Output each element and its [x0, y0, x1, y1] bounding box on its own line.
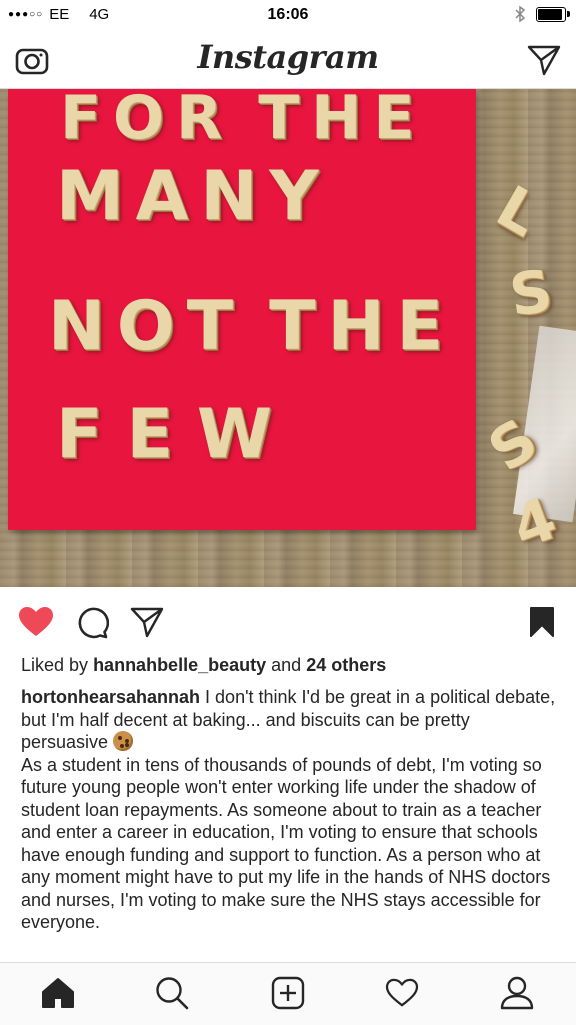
status-time: 16:06: [267, 6, 309, 23]
biscuit-letter: E: [396, 287, 449, 366]
likes-prefix: Liked by: [21, 655, 89, 675]
bluetooth-icon: [514, 5, 526, 23]
red-board: FOR THE MANY NOT THE FEW: [8, 89, 476, 530]
biscuit-row: FEW: [56, 395, 290, 474]
biscuit-letter: T: [269, 287, 322, 366]
biscuit-letter: [245, 287, 263, 366]
app-logo: Instagram: [197, 38, 379, 76]
cookie-emoji-icon: [113, 731, 134, 751]
plus-square-icon: [271, 976, 305, 1010]
likes-conjunction: and: [271, 655, 302, 675]
post-actions: [0, 598, 576, 646]
paper-plane-icon: [527, 44, 561, 76]
biscuit-letter: F: [60, 89, 107, 153]
biscuit-letter: H: [311, 89, 368, 153]
likes-others-link[interactable]: 24 others: [306, 655, 386, 675]
post-image[interactable]: FOR THE MANY NOT THE FEW L S S 4: [0, 89, 576, 587]
caption-second-paragraph: As a student in tens of thousands of pou…: [21, 754, 551, 933]
paper-plane-icon: [130, 606, 164, 638]
biscuit-letter: E: [373, 89, 421, 153]
bookmark-filled-icon: [529, 606, 555, 638]
biscuit-letter: H: [327, 287, 391, 366]
biscuit-letter: A: [135, 157, 195, 236]
battery-icon: [536, 6, 570, 22]
home-filled-icon: [41, 977, 75, 1009]
likes-summary: Liked by hannahbelle_beauty and 24 other…: [21, 655, 386, 676]
post-caption: hortonhearsahannah I don't think I'd be …: [21, 686, 561, 934]
biscuit-letter: F: [56, 395, 121, 474]
biscuit-letter: R: [176, 89, 229, 153]
biscuit-letter: T: [258, 89, 306, 153]
heart-outline-icon: [385, 978, 419, 1008]
biscuit-letter: E: [126, 395, 191, 474]
bottom-tab-bar: [0, 962, 576, 1025]
comment-button[interactable]: [72, 602, 112, 642]
caption-first-paragraph: hortonhearsahannah I don't think I'd be …: [21, 686, 561, 754]
biscuit-row: NOT THE: [48, 287, 449, 366]
heart-filled-icon: [18, 606, 54, 638]
tab-profile[interactable]: [497, 973, 537, 1013]
share-button[interactable]: [127, 602, 167, 642]
battery-level: [538, 8, 562, 20]
biscuit-letter: T: [186, 287, 240, 366]
liked-by-username-link[interactable]: hannahbelle_beauty: [93, 655, 266, 675]
biscuit-letter: [234, 89, 252, 153]
tab-activity[interactable]: [382, 973, 422, 1013]
tab-home[interactable]: [38, 973, 78, 1013]
biscuit-letter: M: [56, 157, 130, 236]
person-icon: [500, 976, 534, 1010]
tab-search[interactable]: [152, 973, 192, 1013]
direct-message-button[interactable]: [526, 42, 562, 78]
like-button[interactable]: [16, 602, 56, 642]
biscuit-letter: O: [113, 89, 171, 153]
tab-add[interactable]: [268, 973, 308, 1013]
biscuit-letter: Y: [269, 157, 325, 236]
comment-bubble-icon: [75, 605, 109, 639]
biscuit-letter: O: [116, 287, 181, 366]
caption-username-link[interactable]: hortonhearsahannah: [21, 687, 200, 707]
biscuit-letter: W: [196, 395, 290, 474]
search-icon: [155, 976, 189, 1010]
biscuit-letter: N: [48, 287, 111, 366]
biscuit-row: MANY: [56, 157, 324, 236]
biscuit-row: FOR THE: [60, 89, 420, 153]
status-bar: ●●●○○ EE 4G 16:06: [0, 0, 576, 30]
biscuit-letter: N: [200, 157, 264, 236]
side-biscuit-letter: S: [505, 256, 557, 330]
status-right: [514, 5, 570, 23]
app-header: Instagram: [0, 30, 576, 89]
save-button[interactable]: [522, 602, 562, 642]
